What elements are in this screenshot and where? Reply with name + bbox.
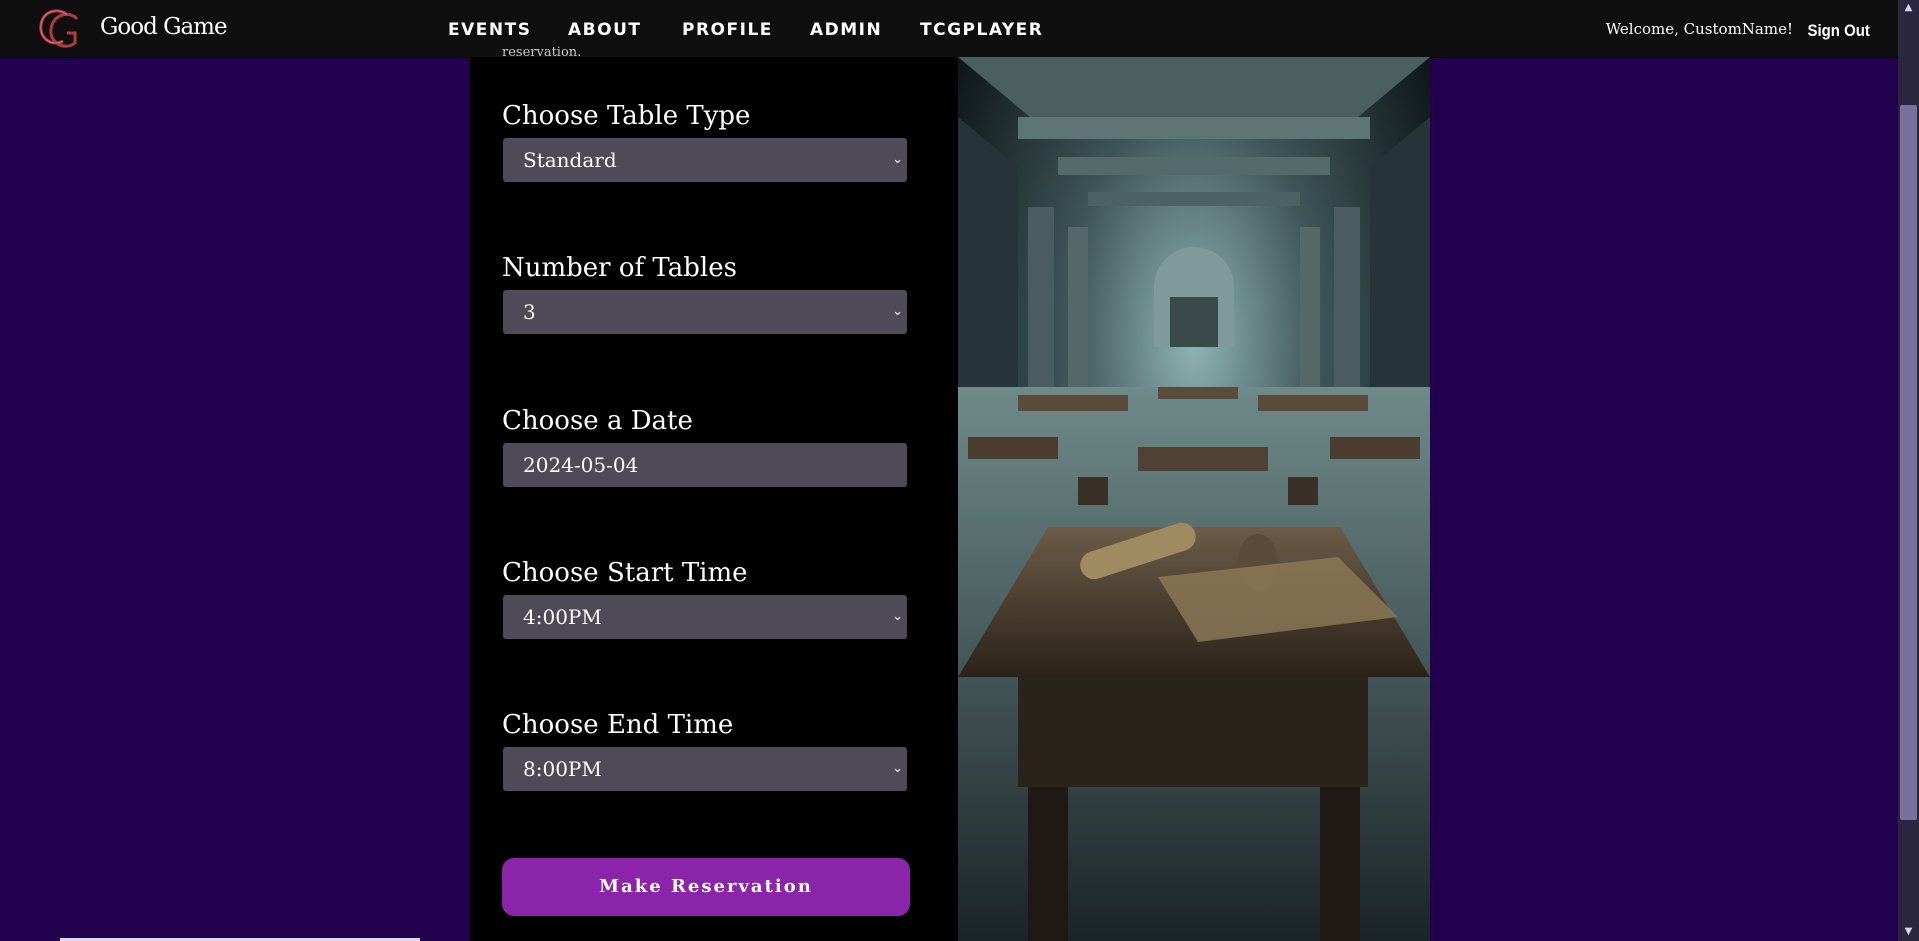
nav-profile[interactable]: PROFILE [682, 20, 773, 40]
page-scrollbar[interactable]: ▲ ▼ [1898, 0, 1919, 941]
end-time-label: Choose End Time [502, 710, 734, 740]
chevron-down-icon: ⌄ [892, 609, 903, 624]
date-value: 2024-05-04 [523, 453, 639, 477]
welcome-message: Welcome, CustomName! [1605, 20, 1793, 38]
table-type-select[interactable]: Standard ⌄ [503, 138, 907, 182]
scroll-up-arrow-icon[interactable]: ▲ [1898, 2, 1919, 13]
date-input[interactable]: 2024-05-04 [503, 443, 907, 487]
reservation-form-panel: reservation. Choose Table Type Standard … [470, 45, 958, 941]
scrollbar-thumb[interactable] [1900, 105, 1917, 820]
gg-logo-icon[interactable] [35, 5, 83, 53]
table-type-value: Standard [523, 148, 617, 172]
num-tables-value: 3 [523, 300, 536, 324]
num-tables-select[interactable]: 3 ⌄ [503, 290, 907, 334]
start-time-label: Choose Start Time [502, 558, 748, 588]
chevron-down-icon: ⌄ [892, 761, 903, 776]
num-tables-label: Number of Tables [502, 253, 737, 283]
table-type-label: Choose Table Type [502, 101, 751, 131]
chevron-down-icon: ⌄ [892, 304, 903, 319]
brand-name[interactable]: Good Game [100, 14, 228, 40]
end-time-value: 8:00PM [523, 757, 602, 781]
end-time-select[interactable]: 8:00PM ⌄ [503, 747, 907, 791]
start-time-value: 4:00PM [523, 605, 602, 629]
nav-events[interactable]: EVENTS [448, 20, 531, 40]
scroll-down-arrow-icon[interactable]: ▼ [1898, 926, 1919, 937]
sign-out-link[interactable]: Sign Out [1808, 21, 1870, 41]
nav-tcgplayer[interactable]: TCGPLAYER [920, 20, 1043, 40]
date-label: Choose a Date [502, 406, 693, 436]
dungeon-illustration [958, 57, 1430, 941]
nav-about[interactable]: ABOUT [568, 20, 641, 40]
start-time-select[interactable]: 4:00PM ⌄ [503, 595, 907, 639]
make-reservation-button[interactable]: Make Reservation [502, 858, 910, 916]
chevron-down-icon: ⌄ [892, 152, 903, 167]
intro-text-cutoff: reservation. [502, 45, 582, 60]
top-navbar: Good Game EVENTS ABOUT PROFILE ADMIN TCG… [0, 0, 1898, 58]
nav-admin[interactable]: ADMIN [810, 20, 882, 40]
